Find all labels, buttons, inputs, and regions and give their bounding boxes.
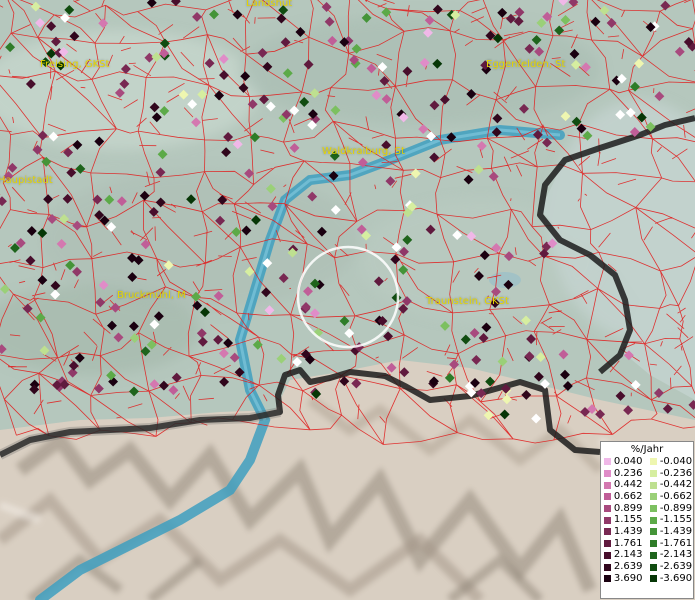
map-view[interactable]: Landshut Freising, GKSt Eggenfelden, St …: [0, 0, 695, 600]
legend-swatch-negative: [650, 575, 657, 583]
legend-value-positive: 3.690: [613, 572, 643, 584]
legend-swatch-positive: [604, 563, 611, 571]
legend-value-positive: 2.143: [613, 549, 643, 561]
place-label-text: Eggenfelden, St: [486, 59, 566, 70]
legend-row: 2.639 -2.639: [601, 561, 693, 573]
label-bruckmuehl: Bruckmühl, M: [117, 290, 186, 301]
label-eggenfelden: Eggenfelden, St: [486, 59, 565, 70]
legend-row: 0.236 -0.236: [601, 468, 693, 480]
legend-value-negative: -0.442: [659, 479, 693, 491]
legend-swatch-positive: [604, 505, 611, 513]
legend-value-negative: -1.155: [659, 514, 693, 526]
legend-row: 0.442 -0.442: [601, 479, 693, 491]
legend-value-negative: -0.662: [659, 490, 693, 502]
legend-value-positive: 0.662: [613, 490, 643, 502]
label-haupstadt: Haupistadt: [0, 175, 53, 186]
place-label-text: Bruckmühl, M: [117, 290, 186, 301]
legend-swatch-negative: [650, 528, 657, 536]
legend-swatch-negative: [650, 493, 657, 501]
legend-value-negative: -2.639: [659, 561, 693, 573]
legend-value-positive: 0.899: [613, 502, 643, 514]
legend-swatch-positive: [604, 575, 611, 583]
legend-value-negative: -0.040: [659, 455, 693, 467]
legend-value-positive: 2.639: [613, 561, 643, 573]
place-label-text: Traunstein, GKSt: [426, 296, 509, 307]
legend-swatch-positive: [604, 470, 611, 478]
label-freising: Freising, GKSt: [40, 59, 109, 70]
legend-rows: 0.040 -0.040 0.236 -0.236 0.442 -0.442 0.662 -0…: [601, 456, 693, 585]
legend-swatch-negative: [650, 540, 657, 548]
legend-row: 0.662 -0.662: [601, 491, 693, 503]
legend-value-positive: 0.442: [613, 479, 643, 491]
legend-value-negative: -3.690: [659, 572, 693, 584]
place-label-text: Waldkraiburg, St: [322, 146, 405, 157]
place-label-text: Haupistadt: [0, 175, 53, 186]
legend-swatch-positive: [604, 551, 611, 559]
legend-swatch-negative: [650, 470, 657, 478]
legend-value-positive: 1.761: [613, 537, 643, 549]
legend-value-positive: 1.439: [613, 525, 643, 537]
legend-value-positive: 0.040: [613, 455, 643, 467]
legend-swatch-negative: [650, 481, 657, 489]
legend-swatch-negative: [650, 505, 657, 513]
legend-value-positive: 0.236: [613, 467, 643, 479]
legend-value-negative: -2.143: [659, 549, 693, 561]
legend-swatch-positive: [604, 458, 611, 466]
legend-swatch-negative: [650, 458, 657, 466]
legend-swatch-positive: [604, 528, 611, 536]
map-canvas[interactable]: [0, 0, 695, 600]
legend-swatch-positive: [604, 493, 611, 501]
legend-value-negative: -1.439: [659, 525, 693, 537]
legend-swatch-positive: [604, 516, 611, 524]
legend-swatch-positive: [604, 540, 611, 548]
legend-title: %/Jahr: [630, 444, 664, 455]
legend-swatch-positive: [604, 481, 611, 489]
legend-row: 1.761 -1.761: [601, 538, 693, 550]
label-waldkraiburg: Waldkraiburg, St: [322, 146, 405, 157]
legend-row: 1.439 -1.439: [601, 526, 693, 538]
legend-value-positive: 1.155: [613, 514, 643, 526]
label-landshut: Landshut: [246, 0, 292, 9]
legend-row: 3.690 -3.690: [601, 573, 693, 585]
legend-swatch-negative: [650, 551, 657, 559]
label-traunstein: Traunstein, GKSt: [426, 296, 509, 307]
legend-value-negative: -1.761: [659, 537, 693, 549]
legend-value-negative: -0.899: [659, 502, 693, 514]
legend-swatch-negative: [650, 563, 657, 571]
legend-value-negative: -0.236: [659, 467, 693, 479]
legend-row: 1.155 -1.155: [601, 514, 693, 526]
place-label-text: Landshut: [246, 0, 293, 9]
place-label-text: Freising, GKSt: [40, 59, 110, 70]
legend-row: 0.040 -0.040: [601, 456, 693, 468]
legend-row: 0.899 -0.899: [601, 503, 693, 515]
legend-row: 2.143 -2.143: [601, 549, 693, 562]
legend-swatch-negative: [650, 516, 657, 524]
legend: %/Jahr 0.040 -0.040 0.236 -0.236 0.442 -0.442…: [600, 441, 694, 599]
